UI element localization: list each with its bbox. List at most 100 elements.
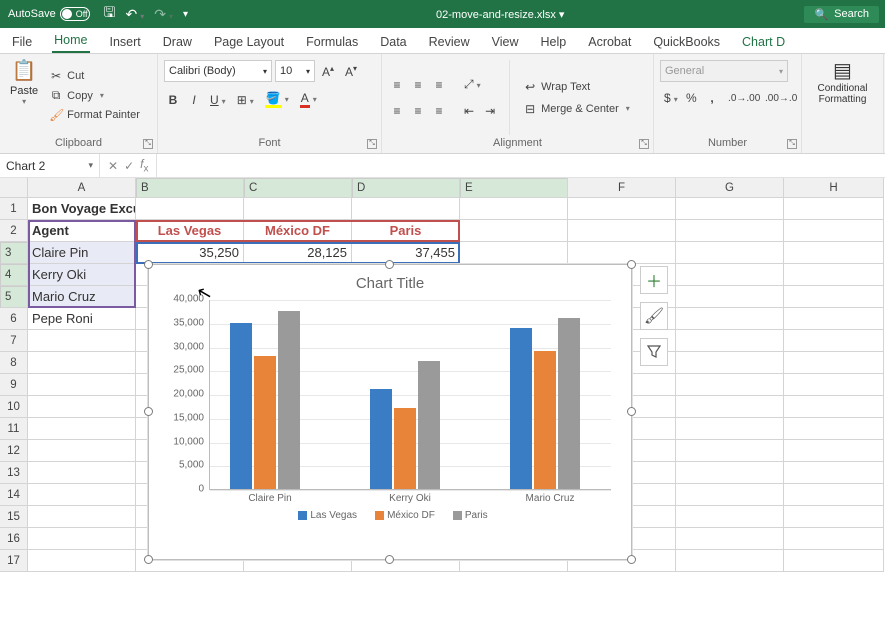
cell-H4[interactable] — [784, 264, 884, 286]
cell-A11[interactable] — [28, 418, 136, 440]
wrap-text-button[interactable]: ↩Wrap Text — [520, 79, 633, 95]
cell-G4[interactable] — [676, 264, 784, 286]
column-header-E[interactable]: E — [460, 178, 568, 198]
cell-A5[interactable]: Mario Cruz — [28, 286, 136, 308]
merge-center-button[interactable]: ⊟Merge & Center — [520, 101, 633, 117]
cell-H5[interactable] — [784, 286, 884, 308]
cell-C3[interactable]: 28,125 — [244, 242, 352, 264]
cell-A3[interactable]: Claire Pin — [28, 242, 136, 264]
cell-G17[interactable] — [676, 550, 784, 572]
tab-insert[interactable]: Insert — [108, 31, 143, 53]
cell-H16[interactable] — [784, 528, 884, 550]
cell-G15[interactable] — [676, 506, 784, 528]
cell-A6[interactable]: Pepe Roni — [28, 308, 136, 330]
cell-G12[interactable] — [676, 440, 784, 462]
cut-button[interactable]: ✂Cut — [46, 68, 143, 84]
row-header-17[interactable]: 17 — [0, 550, 28, 572]
tab-review[interactable]: Review — [427, 31, 472, 53]
embedded-chart[interactable]: Chart Title 05,00010,00015,00020,00025,0… — [148, 264, 632, 560]
column-header-B[interactable]: B — [136, 178, 244, 198]
align-middle-button[interactable]: ≡ — [409, 75, 427, 95]
bar[interactable] — [418, 361, 440, 489]
cell-A1[interactable]: Bon Voyage Excursions — [28, 198, 136, 220]
cell-H14[interactable] — [784, 484, 884, 506]
resize-handle-sw[interactable] — [144, 555, 153, 564]
cell-B2[interactable]: Las Vegas — [136, 220, 244, 242]
cell-G5[interactable] — [676, 286, 784, 308]
row-header-11[interactable]: 11 — [0, 418, 28, 440]
column-header-A[interactable]: A — [28, 178, 136, 198]
bar[interactable] — [370, 389, 392, 489]
tab-acrobat[interactable]: Acrobat — [586, 31, 633, 53]
underline-button[interactable]: U — [206, 90, 230, 110]
bar[interactable] — [534, 351, 556, 489]
align-bottom-button[interactable]: ≡ — [430, 75, 448, 95]
cell-H3[interactable] — [784, 242, 884, 264]
chart-plot-area[interactable]: 05,00010,00015,00020,00025,00030,00035,0… — [209, 300, 611, 490]
cell-D1[interactable] — [352, 198, 460, 220]
tab-home[interactable]: Home — [52, 29, 89, 53]
font-launcher[interactable]: ⤡ — [367, 139, 377, 149]
align-left-button[interactable]: ≡ — [388, 101, 406, 121]
cell-G6[interactable] — [676, 308, 784, 330]
tab-help[interactable]: Help — [539, 31, 569, 53]
column-header-H[interactable]: H — [784, 178, 884, 198]
row-header-4[interactable]: 4 — [0, 264, 28, 286]
cell-H7[interactable] — [784, 330, 884, 352]
italic-button[interactable]: I — [185, 90, 203, 110]
cell-F1[interactable] — [568, 198, 676, 220]
cell-G10[interactable] — [676, 396, 784, 418]
formula-bar[interactable] — [157, 154, 885, 177]
cell-A15[interactable] — [28, 506, 136, 528]
cell-A2[interactable]: Agent — [28, 220, 136, 242]
row-header-10[interactable]: 10 — [0, 396, 28, 418]
cell-A14[interactable] — [28, 484, 136, 506]
bar[interactable] — [510, 328, 532, 490]
font-color-button[interactable]: A — [296, 88, 321, 111]
align-center-button[interactable]: ≡ — [409, 101, 427, 121]
resize-handle-se[interactable] — [627, 555, 636, 564]
cell-A13[interactable] — [28, 462, 136, 484]
cell-A12[interactable] — [28, 440, 136, 462]
tab-data[interactable]: Data — [378, 31, 408, 53]
cell-D3[interactable]: 37,455 — [352, 242, 460, 264]
cell-G16[interactable] — [676, 528, 784, 550]
column-header-D[interactable]: D — [352, 178, 460, 198]
cell-H1[interactable] — [784, 198, 884, 220]
row-header-16[interactable]: 16 — [0, 528, 28, 550]
qat-more-icon[interactable]: ▾ — [183, 9, 188, 20]
cell-E3[interactable] — [460, 242, 568, 264]
cell-G3[interactable] — [676, 242, 784, 264]
resize-handle-n[interactable] — [385, 260, 394, 269]
tab-formulas[interactable]: Formulas — [304, 31, 360, 53]
chart-title[interactable]: Chart Title — [149, 265, 631, 296]
cell-F3[interactable] — [568, 242, 676, 264]
cell-E1[interactable] — [460, 198, 568, 220]
row-header-2[interactable]: 2 — [0, 220, 28, 242]
row-header-15[interactable]: 15 — [0, 506, 28, 528]
font-name-select[interactable]: Calibri (Body)▾ — [164, 60, 272, 82]
bold-button[interactable]: B — [164, 90, 182, 110]
cell-E2[interactable] — [460, 220, 568, 242]
search-box[interactable]: 🔍 Search — [804, 6, 879, 23]
cell-A16[interactable] — [28, 528, 136, 550]
cell-B3[interactable]: 35,250 — [136, 242, 244, 264]
bar[interactable] — [558, 318, 580, 489]
cell-G13[interactable] — [676, 462, 784, 484]
tab-chart-d[interactable]: Chart D — [740, 31, 787, 53]
chart-styles-button[interactable]: 🖌 — [640, 302, 668, 330]
number-format-select[interactable]: General▾ — [660, 60, 788, 82]
column-header-F[interactable]: F — [568, 178, 676, 198]
tab-file[interactable]: File — [10, 31, 34, 53]
cell-G9[interactable] — [676, 374, 784, 396]
decrease-indent-button[interactable]: ⇤ — [460, 101, 478, 121]
row-header-14[interactable]: 14 — [0, 484, 28, 506]
cell-G11[interactable] — [676, 418, 784, 440]
format-painter-button[interactable]: 🖌Format Painter — [46, 107, 143, 123]
cell-D2[interactable]: Paris — [352, 220, 460, 242]
legend-item[interactable]: México DF — [369, 510, 435, 521]
percent-button[interactable]: % — [682, 88, 700, 108]
cell-H13[interactable] — [784, 462, 884, 484]
name-box[interactable]: Chart 2▾ — [0, 154, 100, 177]
bar[interactable] — [254, 356, 276, 489]
